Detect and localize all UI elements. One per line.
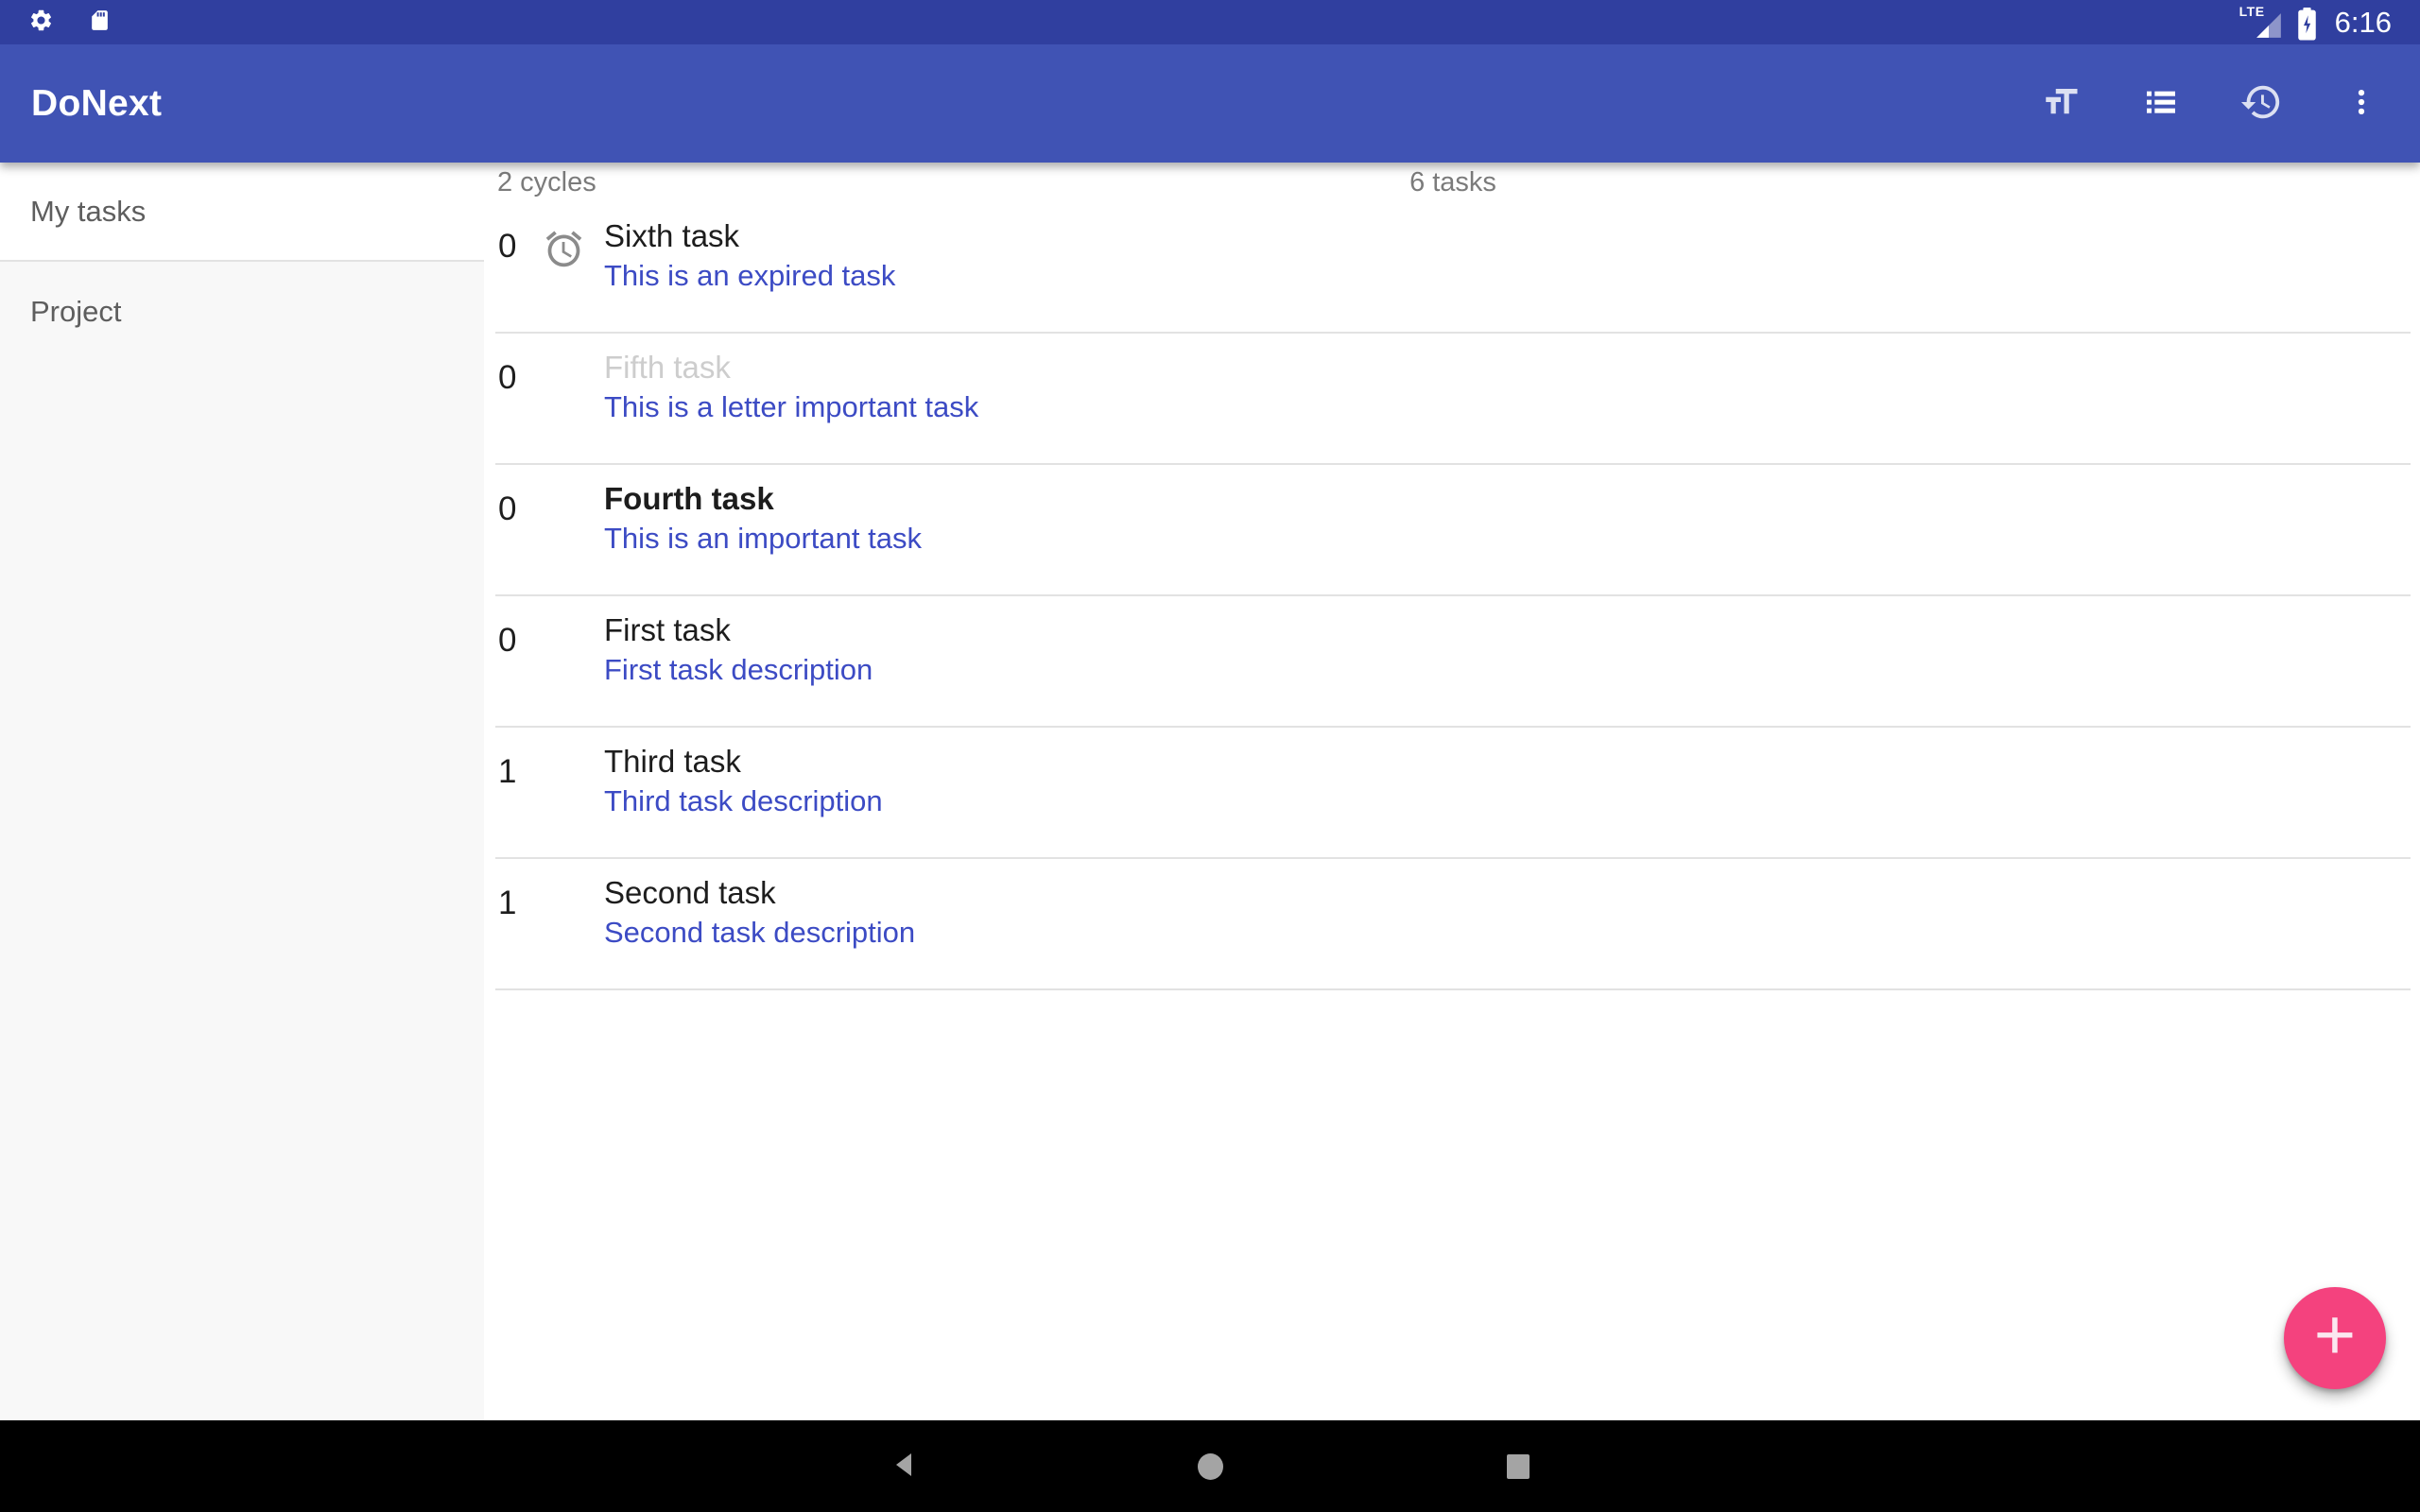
back-button[interactable] [870, 1420, 938, 1512]
task-row[interactable]: 1 Third task Third task description [495, 728, 2411, 859]
sidebar-item-my-tasks[interactable]: My tasks [0, 163, 484, 262]
task-row[interactable]: 0 Fourth task This is an important task [495, 465, 2411, 596]
app-bar: DoNext [0, 44, 2420, 163]
format-size-button[interactable] [2036, 79, 2085, 129]
status-bar-right: LTE 6:16 [2239, 4, 2392, 42]
task-title: First task [604, 610, 873, 650]
app-root: LTE 6:16 DoNext [0, 0, 2420, 1512]
task-icon-slot [543, 465, 604, 594]
sd-card-icon [88, 8, 112, 38]
task-description: This is an important task [604, 519, 922, 558]
task-title: Second task [604, 872, 915, 913]
task-title: Fourth task [604, 478, 922, 519]
tasks-count-label: 6 tasks [495, 167, 2411, 198]
back-icon [892, 1451, 915, 1482]
android-nav-bar [0, 1420, 2420, 1512]
task-row[interactable]: 0 Sixth task This is an expired task [495, 202, 2411, 334]
task-description: Second task description [604, 913, 915, 952]
recents-button[interactable] [1484, 1420, 1552, 1512]
task-text: Fourth task This is an important task [604, 465, 922, 594]
task-list-panel: 2 cycles 6 tasks 0 Sixth task This is an… [484, 163, 2420, 1420]
settings-gear-icon [28, 8, 54, 38]
history-icon [2238, 80, 2285, 127]
task-text: Second task Second task description [604, 859, 915, 988]
status-bar-left [28, 8, 112, 38]
task-description: This is a letter important task [604, 387, 978, 426]
battery-charging-icon [2296, 7, 2318, 42]
task-icon-slot [543, 202, 604, 332]
format-size-icon [2038, 82, 2083, 125]
task-cycle-count: 1 [495, 728, 543, 857]
sidebar: My tasks Project [0, 163, 484, 1420]
task-description: Third task description [604, 782, 883, 820]
task-icon-slot [543, 728, 604, 857]
clock-time: 6:16 [2335, 4, 2392, 42]
task-cycle-count: 0 [495, 596, 543, 726]
sidebar-item-label: My tasks [30, 195, 146, 229]
home-button[interactable] [1176, 1420, 1244, 1512]
sidebar-item-label: Project [30, 295, 121, 329]
task-icon-slot [543, 334, 604, 463]
task-title: Sixth task [604, 215, 895, 256]
task-description: This is an expired task [604, 256, 895, 295]
task-cycle-count: 1 [495, 859, 543, 988]
add-task-fab[interactable]: + [2284, 1287, 2386, 1389]
list-view-button[interactable] [2136, 79, 2186, 129]
plus-icon: + [2314, 1299, 2356, 1371]
overflow-menu-button[interactable] [2337, 79, 2386, 129]
task-description: First task description [604, 650, 873, 689]
alarm-icon [543, 258, 585, 274]
list-icon [2142, 83, 2180, 124]
task-cycle-count: 0 [495, 334, 543, 463]
task-text: Fifth task This is a letter important ta… [604, 334, 978, 463]
task-row[interactable]: 0 Fifth task This is a letter important … [495, 334, 2411, 465]
overflow-menu-icon [2344, 85, 2378, 122]
home-icon [1198, 1453, 1223, 1480]
task-text: First task First task description [604, 596, 873, 726]
task-text: Sixth task This is an expired task [604, 202, 895, 332]
task-text: Third task Third task description [604, 728, 883, 857]
task-cycle-count: 0 [495, 465, 543, 594]
task-cycle-count: 0 [495, 202, 543, 332]
status-bar: LTE 6:16 [0, 0, 2420, 44]
page-title: DoNext [31, 83, 162, 125]
history-button[interactable] [2237, 79, 2286, 129]
cycles-count-label: 2 cycles [495, 167, 596, 198]
app-bar-actions [2036, 79, 2386, 129]
task-icon-slot [543, 596, 604, 726]
lte-signal-icon: LTE [2239, 4, 2283, 42]
task-row[interactable]: 1 Second task Second task description [495, 859, 2411, 990]
task-title: Third task [604, 741, 883, 782]
task-title: Fifth task [604, 347, 978, 387]
recents-icon [1507, 1454, 1530, 1479]
list-header: 2 cycles 6 tasks [495, 163, 2411, 202]
task-row[interactable]: 0 First task First task description [495, 596, 2411, 728]
main-body: My tasks Project 2 cycles 6 tasks 0 S [0, 163, 2420, 1420]
task-icon-slot [543, 859, 604, 988]
sidebar-item-project[interactable]: Project [0, 262, 484, 361]
